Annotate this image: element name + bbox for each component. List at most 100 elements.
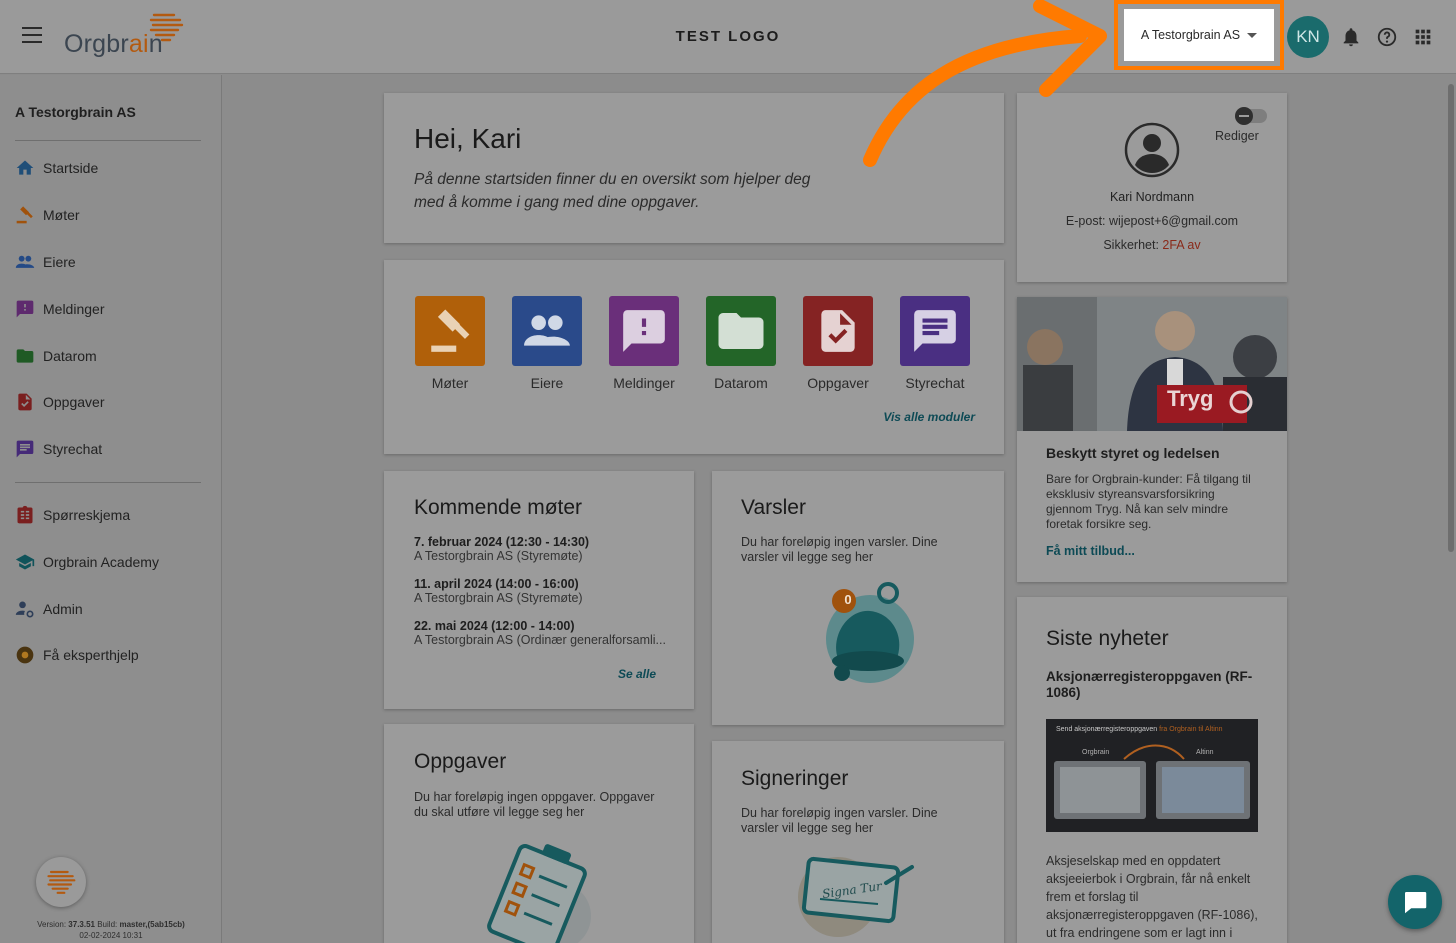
see-all-meetings-link[interactable]: Se alle xyxy=(618,667,656,681)
chat-bubble-icon xyxy=(1405,892,1427,914)
profile-email: E-post: wijepost+6@gmail.com xyxy=(1065,214,1239,228)
meetings-card: Kommende møter 7. februar 2024 (12:30 - … xyxy=(384,471,694,709)
bell-icon[interactable] xyxy=(1340,26,1362,48)
support-chat-button[interactable] xyxy=(1388,875,1442,929)
caret-down-icon xyxy=(1247,32,1258,38)
sidebar-item-styrechat[interactable]: Styrechat xyxy=(15,437,102,461)
sidebar-org-name: A Testorgbrain AS xyxy=(15,104,136,120)
apps-grid-icon[interactable] xyxy=(1412,26,1434,48)
news-body: Aksjeselskap med en oppdatert aksjeeierb… xyxy=(1046,854,1258,940)
meeting-item[interactable]: 11. april 2024 (14:00 - 16:00) A Testorg… xyxy=(414,577,684,605)
sidebar-item-eksperthjelp[interactable]: Få eksperthjelp xyxy=(15,643,139,667)
news-headline[interactable]: Aksjonærregisteroppgaven (RF- 1086) xyxy=(1046,669,1252,701)
module-meldinger[interactable]: Meldinger xyxy=(609,296,679,391)
gavel-icon xyxy=(415,296,485,366)
folder-icon xyxy=(706,296,776,366)
sidebar-item-datarom[interactable]: Datarom xyxy=(15,344,97,368)
modules-card: Møter Eiere Meldinger Datarom Oppgaver S… xyxy=(384,260,1004,454)
module-datarom[interactable]: Datarom xyxy=(706,296,776,391)
alerts-title: Varsler xyxy=(741,496,806,519)
sidebar-item-label: Admin xyxy=(43,601,83,617)
chat-icon xyxy=(15,439,35,459)
org-selector-dropdown[interactable]: A Testorgbrain AS xyxy=(1124,9,1274,61)
signatures-card: Signeringer Du har foreløpig ingen varsl… xyxy=(712,741,1004,943)
message-alert-icon xyxy=(609,296,679,366)
sidebar-divider xyxy=(15,482,201,483)
sidebar-item-admin[interactable]: Admin xyxy=(15,597,83,621)
security-status[interactable]: 2FA av xyxy=(1162,238,1200,252)
profile-security: Sikkerhet: 2FA av xyxy=(1103,238,1201,252)
sidebar-item-label: Orgbrain Academy xyxy=(43,554,159,570)
sidebar-item-oppgaver[interactable]: Oppgaver xyxy=(15,390,104,414)
annotation-arrow-icon xyxy=(863,0,1107,167)
alerts-card: Varsler Du har foreløpig ingen varsler. … xyxy=(712,471,1004,725)
sidebar-item-moter[interactable]: Møter xyxy=(15,203,80,227)
sidebar-item-label: Meldinger xyxy=(43,301,105,317)
academy-icon xyxy=(15,552,35,572)
profile-avatar-icon xyxy=(1124,122,1180,178)
signatures-title: Signeringer xyxy=(741,767,849,790)
sidebar-item-label: Møter xyxy=(43,207,80,223)
promo-cta-link[interactable]: Få mitt tilbud... xyxy=(1046,544,1135,558)
show-all-modules-link[interactable]: Vis alle moduler xyxy=(883,410,975,424)
people-icon xyxy=(15,252,35,272)
admin-icon xyxy=(15,599,35,619)
brain-mark-icon xyxy=(47,870,76,894)
module-moter[interactable]: Møter xyxy=(415,296,485,391)
sidebar-item-label: Startside xyxy=(43,160,99,176)
news-image[interactable]: Send aksjonærregisteroppgaven fra Orgbra… xyxy=(1046,719,1258,832)
promo-card: Tryg Beskytt styret og ledelsen Bare for… xyxy=(1017,297,1287,582)
module-oppgaver[interactable]: Oppgaver xyxy=(803,296,873,391)
tasks-empty-text: Du har foreløpig ingen oppgaver. Oppgave… xyxy=(414,790,655,819)
sidebar: A Testorgbrain AS Startside Møter Eiere … xyxy=(0,75,222,943)
welcome-title: Hei, Kari xyxy=(414,123,522,154)
task-doc-icon xyxy=(803,296,873,366)
promo-title: Beskytt styret og ledelsen xyxy=(1046,445,1220,461)
edit-label: Rediger xyxy=(1215,129,1259,143)
meeting-item[interactable]: 7. februar 2024 (12:30 - 14:30) A Testor… xyxy=(414,535,684,563)
edit-toggle[interactable] xyxy=(1235,107,1267,125)
home-icon xyxy=(15,158,35,178)
task-doc-icon xyxy=(15,392,35,412)
sidebar-item-startside[interactable]: Startside xyxy=(15,156,98,180)
message-alert-icon xyxy=(15,299,35,319)
module-styrechat[interactable]: Styrechat xyxy=(900,296,970,391)
meetings-title: Kommende møter xyxy=(414,496,583,519)
profile-name: Kari Nordmann xyxy=(1109,190,1195,204)
news-card: Siste nyheter Aksjonærregisteroppgaven (… xyxy=(1017,597,1287,943)
user-avatar[interactable]: KN xyxy=(1287,16,1329,58)
orgbrain-footer-logo[interactable] xyxy=(36,857,86,907)
tasks-title: Oppgaver xyxy=(414,750,507,773)
chat-icon xyxy=(900,296,970,366)
version-info: Version: 37.3.51 Build: master,(5ab15cb)… xyxy=(37,920,185,940)
people-icon xyxy=(512,296,582,366)
expert-icon xyxy=(15,645,35,665)
alerts-count-badge: 0 xyxy=(844,592,852,607)
sidebar-item-eiere[interactable]: Eiere xyxy=(15,250,76,274)
sidebar-item-label: Eiere xyxy=(43,254,76,270)
gavel-icon xyxy=(15,205,35,225)
tryg-logo: Tryg xyxy=(1167,386,1214,411)
org-selector-label: A Testorgbrain AS xyxy=(1140,28,1241,42)
meeting-item[interactable]: 22. mai 2024 (12:00 - 14:00) A Testorgbr… xyxy=(414,619,684,647)
sidebar-item-sporreskjema[interactable]: Spørreskjema xyxy=(15,503,130,527)
module-eiere[interactable]: Eiere xyxy=(512,296,582,391)
sidebar-item-orgbrain-academy[interactable]: Orgbrain Academy xyxy=(15,550,159,574)
page-scrollbar-thumb[interactable] xyxy=(1448,84,1454,552)
bell-illustration-icon xyxy=(826,582,914,683)
sidebar-item-label: Få eksperthjelp xyxy=(43,647,139,663)
news-title: Siste nyheter xyxy=(1046,627,1169,650)
sidebar-item-label: Oppgaver xyxy=(43,394,105,410)
sidebar-item-meldinger[interactable]: Meldinger xyxy=(15,297,104,321)
meeting-list: 7. februar 2024 (12:30 - 14:30) A Testor… xyxy=(414,535,684,647)
welcome-text: På denne startsiden finner du en oversik… xyxy=(414,171,811,211)
tasks-card: Oppgaver Du har foreløpig ingen oppgaver… xyxy=(384,724,694,943)
top-bar: Orgbrain TEST LOGO A Testorgbrain AS KN xyxy=(0,0,1456,74)
sidebar-item-label: Spørreskjema xyxy=(43,507,131,523)
laptops-illustration xyxy=(1054,744,1250,819)
promo-text: Bare for Orgbrain-kunder: Få tilgang til… xyxy=(1046,472,1251,531)
help-icon[interactable] xyxy=(1376,26,1398,48)
clipboard-illustration-icon xyxy=(487,844,591,943)
survey-icon xyxy=(15,505,35,525)
sidebar-divider xyxy=(15,140,201,141)
